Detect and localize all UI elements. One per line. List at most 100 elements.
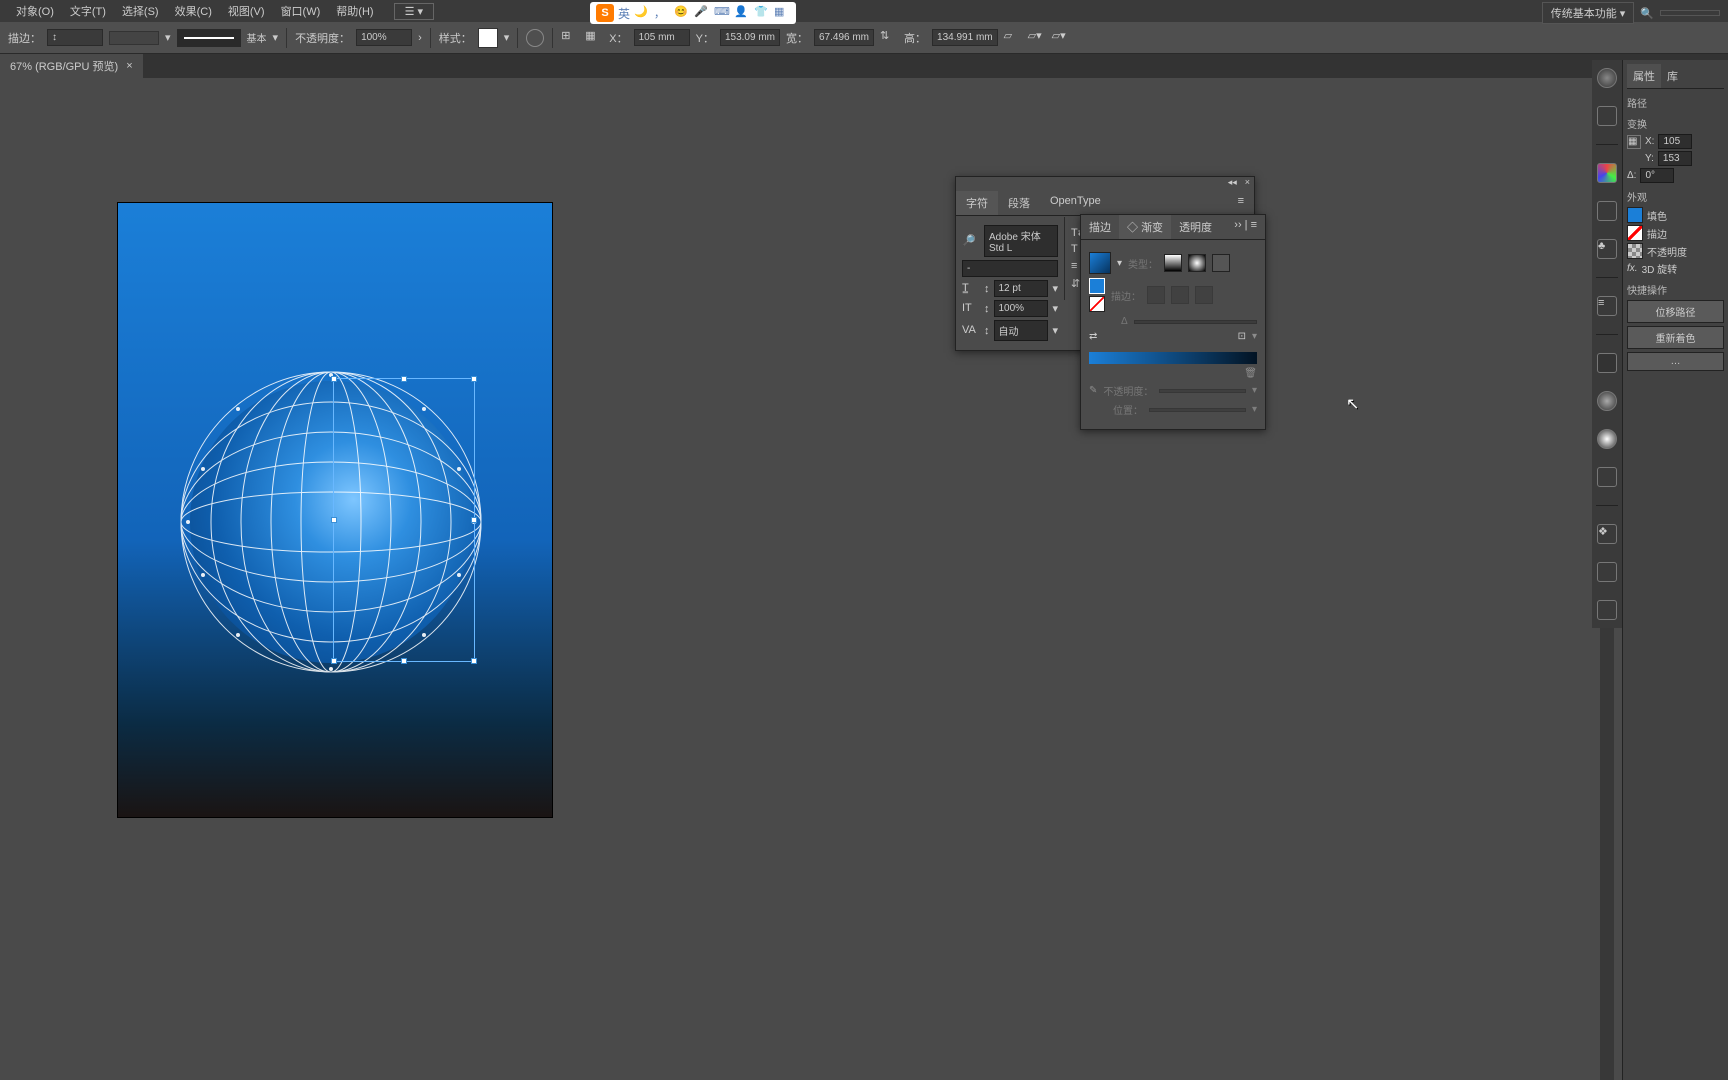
workspace-dropdown[interactable]: 传统基本功能 ▾ xyxy=(1542,2,1635,24)
opacity-input[interactable]: 100% xyxy=(356,29,412,46)
dock-glow-icon[interactable] xyxy=(1597,429,1617,449)
search-icon[interactable]: 🔍 xyxy=(1640,7,1654,20)
dock-artboard-icon[interactable] xyxy=(1597,562,1617,582)
link-wh-icon[interactable]: ⇅ xyxy=(880,29,898,47)
y-input[interactable]: 153.09 mm xyxy=(720,29,780,46)
linear-type-button[interactable] xyxy=(1164,254,1182,272)
kerning-input[interactable]: 自动 xyxy=(994,320,1049,341)
x-prop-input[interactable]: 105 xyxy=(1658,134,1692,149)
search-font-icon[interactable]: 🔎 xyxy=(962,234,980,248)
handle-ml[interactable] xyxy=(331,517,337,523)
vscale-dropdown-icon[interactable]: ▾ xyxy=(1052,302,1058,315)
font-family-input[interactable]: Adobe 宋体 Std L xyxy=(984,225,1058,257)
shape-icon-1[interactable]: ▱ xyxy=(1004,29,1022,47)
globe-icon[interactable] xyxy=(526,29,544,47)
shape-icon-3[interactable]: ▱▾ xyxy=(1052,29,1070,47)
fill-swatch[interactable] xyxy=(1089,278,1105,294)
w-input[interactable]: 67.496 mm xyxy=(814,29,874,46)
menu-window[interactable]: 窗口(W) xyxy=(273,0,329,22)
handle-tl[interactable] xyxy=(331,376,337,382)
stop-location-dd-icon[interactable]: ▾ xyxy=(1252,404,1257,415)
stroke-dropdown-icon[interactable]: ▾ xyxy=(165,31,171,44)
stroke-profile[interactable] xyxy=(177,29,241,47)
tab-stroke[interactable]: 描边 xyxy=(1081,215,1119,239)
menu-select[interactable]: 选择(S) xyxy=(114,0,167,22)
menu-effect[interactable]: 效果(C) xyxy=(167,0,220,22)
face-icon[interactable]: 😊 xyxy=(674,5,690,21)
delete-stop-icon[interactable]: 🗑 xyxy=(1244,368,1257,379)
more-button[interactable]: … xyxy=(1627,352,1724,371)
style-dropdown-icon[interactable]: ▾ xyxy=(504,31,510,44)
vscale-input[interactable]: 100% xyxy=(994,300,1049,317)
angle-input[interactable] xyxy=(1134,320,1257,324)
style-swatch[interactable] xyxy=(478,28,498,48)
stroke-style-dropdown-icon[interactable]: ▾ xyxy=(273,31,279,44)
rot-prop-input[interactable]: 0° xyxy=(1640,168,1674,183)
reverse-icon[interactable]: ⇄ xyxy=(1089,331,1097,342)
dock-asset-icon[interactable] xyxy=(1597,600,1617,620)
gradient-panel[interactable]: 描边 ◇ 渐变 透明度 ›› | ≡ ▾ 类型： 描边： Δ xyxy=(1080,214,1266,430)
keyboard-icon[interactable]: ⌨ xyxy=(714,5,730,21)
close-tab-icon[interactable]: × xyxy=(126,60,132,72)
size-stepper-icon[interactable]: ↕ xyxy=(984,283,990,295)
menu-help[interactable]: 帮助(H) xyxy=(328,0,381,22)
radial-type-button[interactable] xyxy=(1188,254,1206,272)
sogou-icon[interactable]: S xyxy=(596,4,614,22)
dock-brush-icon[interactable] xyxy=(1597,68,1617,88)
menu-type[interactable]: 文字(T) xyxy=(62,0,114,22)
menu-view[interactable]: 视图(V) xyxy=(220,0,273,22)
stop-location-input[interactable] xyxy=(1149,408,1246,412)
grad-collapse-icon[interactable]: ›› | ≡ xyxy=(1226,215,1265,239)
handle-mr[interactable] xyxy=(471,517,477,523)
handle-tm[interactable] xyxy=(401,376,407,382)
ime-lang[interactable]: 英 xyxy=(618,5,630,22)
dock-club-icon[interactable]: ♣ xyxy=(1597,239,1617,259)
fill-swatch-prop[interactable] xyxy=(1627,207,1643,223)
x-input[interactable]: 105 mm xyxy=(634,29,690,46)
dock-stroke-icon[interactable]: ≡ xyxy=(1597,296,1617,316)
aspect-icon[interactable]: ⊡ xyxy=(1238,331,1246,342)
menu-extra-icon[interactable]: ☰ ▾ xyxy=(394,3,434,20)
panel-titlebar[interactable]: ◂◂ × xyxy=(956,177,1254,191)
mic-icon[interactable]: 🎤 xyxy=(694,5,710,21)
canvas[interactable] xyxy=(0,78,1608,1080)
font-style-input[interactable]: - xyxy=(962,260,1058,277)
stroke-color-swatch[interactable] xyxy=(109,31,159,45)
dock-layers-icon[interactable]: ❖ xyxy=(1597,524,1617,544)
opacity-swatch-prop[interactable] xyxy=(1627,243,1643,259)
tab-character[interactable]: 字符 xyxy=(956,191,998,215)
kern-stepper-icon[interactable]: ↕ xyxy=(984,325,990,337)
document-tab[interactable]: 67% (RGB/GPU 预览) × xyxy=(0,54,143,78)
tab-opentype[interactable]: OpenType xyxy=(1040,191,1111,215)
person-icon[interactable]: 👤 xyxy=(734,5,750,21)
grad-swatch-dd-icon[interactable]: ▾ xyxy=(1117,258,1122,269)
transform-anchor-icon[interactable]: ▦ xyxy=(585,29,603,47)
y-prop-input[interactable]: 153 xyxy=(1658,151,1692,166)
collapse-icon[interactable]: ◂◂ xyxy=(1228,177,1237,191)
stroke-style-value[interactable]: 基本 xyxy=(247,30,267,45)
artboard[interactable] xyxy=(118,203,552,817)
stop-opacity-input[interactable] xyxy=(1159,389,1246,393)
opacity-arrow-icon[interactable]: › xyxy=(418,32,422,44)
handle-br[interactable] xyxy=(471,658,477,664)
align-icon[interactable]: ⊞ xyxy=(561,29,579,47)
freeform-type-button[interactable] xyxy=(1212,254,1230,272)
grid-icon[interactable]: ▦ xyxy=(774,5,790,21)
tab-gradient[interactable]: ◇ 渐变 xyxy=(1119,215,1171,239)
tab-transparency[interactable]: 透明度 xyxy=(1171,215,1220,239)
stop-opacity-dd-icon[interactable]: ▾ xyxy=(1252,385,1257,396)
gradient-swatch[interactable] xyxy=(1089,252,1111,274)
dock-swatches-icon[interactable] xyxy=(1597,163,1617,183)
shirt-icon[interactable]: 👕 xyxy=(754,5,770,21)
panel-menu-icon[interactable]: ≡ xyxy=(1228,191,1254,215)
dock-color-icon[interactable] xyxy=(1597,353,1617,373)
kern-dropdown-icon[interactable]: ▾ xyxy=(1052,324,1058,337)
size-dropdown-icon[interactable]: ▾ xyxy=(1052,282,1058,295)
dock-gradient-icon[interactable] xyxy=(1597,391,1617,411)
shape-icon-2[interactable]: ▱▾ xyxy=(1028,29,1046,47)
dock-pen-icon[interactable] xyxy=(1597,106,1617,126)
comma-icon[interactable]: ， xyxy=(654,5,670,21)
fx-icon[interactable]: fx. xyxy=(1627,263,1638,274)
dock-transparency-icon[interactable] xyxy=(1597,467,1617,487)
handle-tr[interactable] xyxy=(471,376,477,382)
